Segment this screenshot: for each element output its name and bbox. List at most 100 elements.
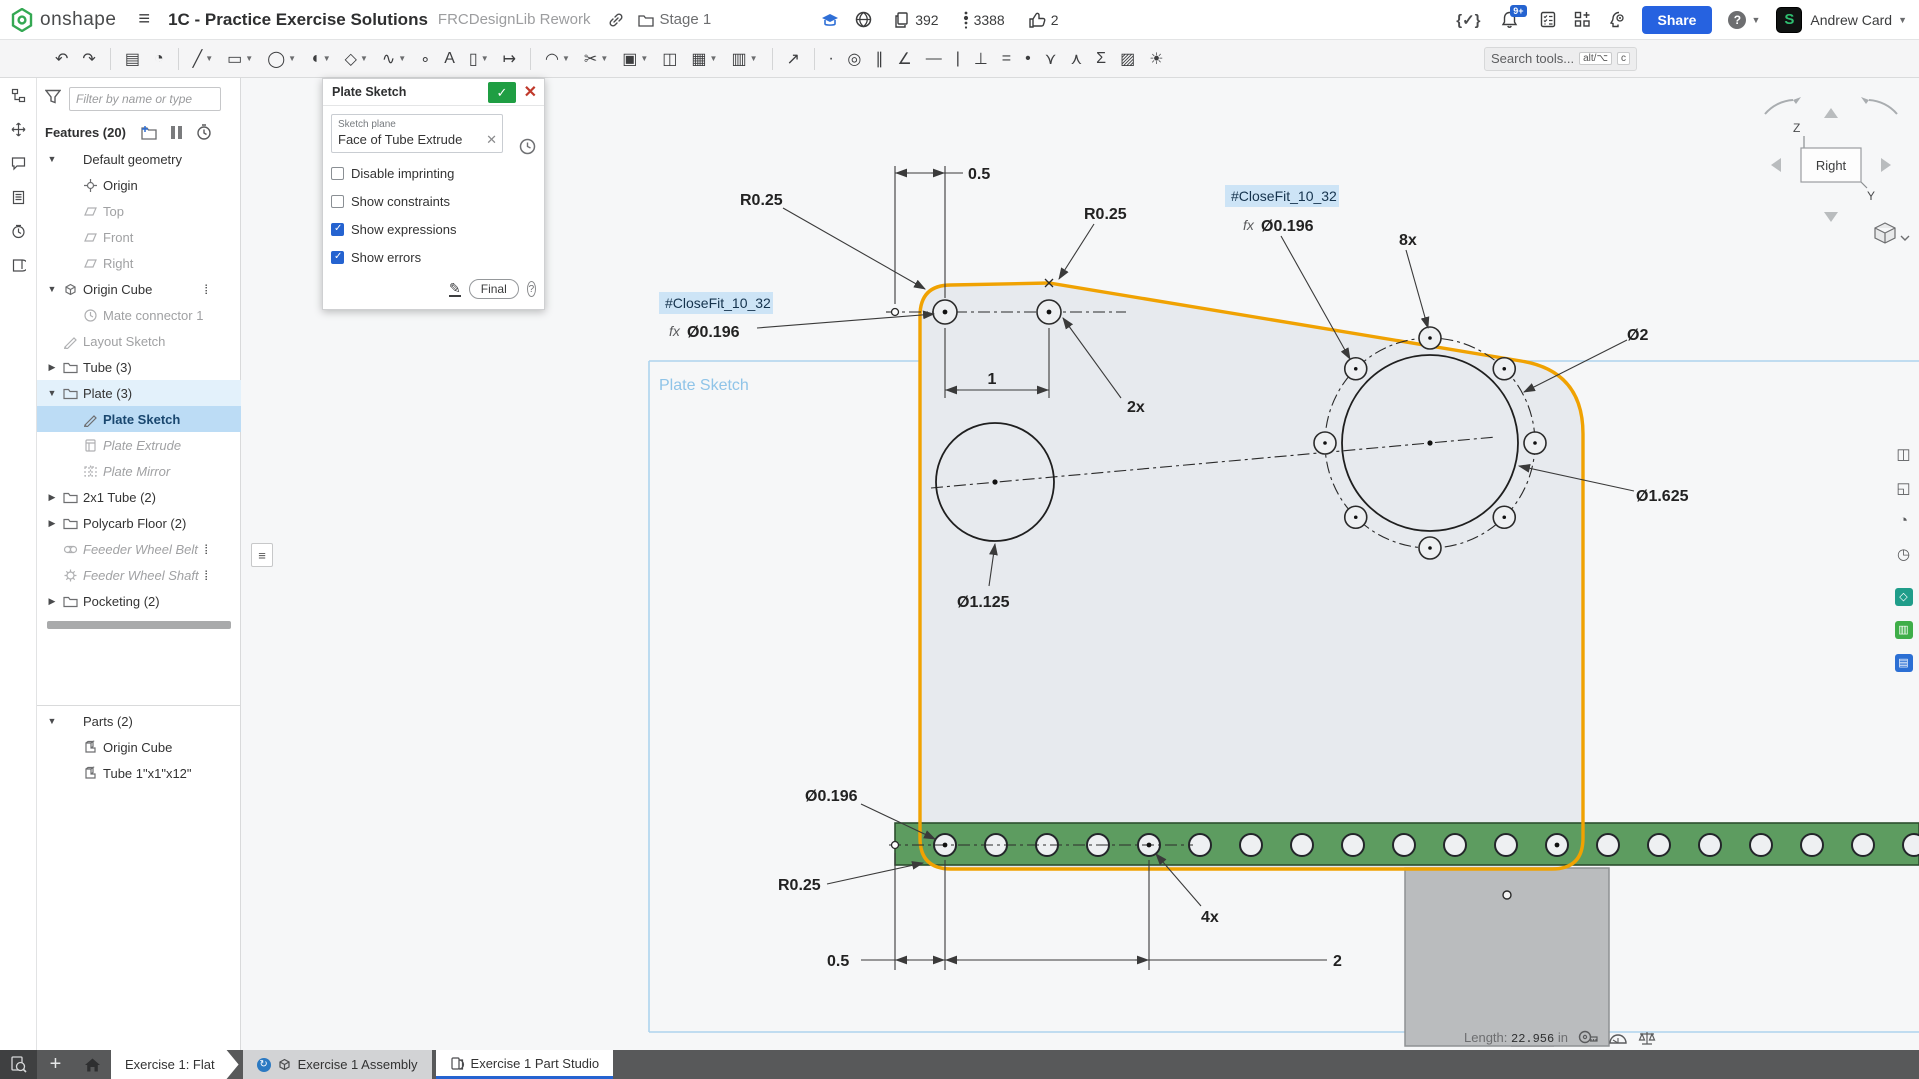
education-icon[interactable] <box>821 12 839 28</box>
spline-tool-icon[interactable]: ∿▼ <box>377 46 411 72</box>
tree-item-plate-3[interactable]: ▼Plate (3) <box>37 380 241 406</box>
pattern-tool-icon[interactable]: ▦▼ <box>686 46 722 72</box>
expand-chevron-icon[interactable]: ▼ <box>43 154 61 164</box>
tab-exercise-1-part-studio[interactable]: Exercise 1 Part Studio <box>436 1050 614 1079</box>
update-available-icon[interactable]: ↻ <box>257 1058 271 1072</box>
sketch-icon[interactable]: ▤ <box>120 46 145 72</box>
panel-flyout-button[interactable]: ≡ <box>251 543 273 567</box>
drag-handle-icon[interactable]: ⁞ <box>204 282 207 297</box>
ai-advisor-icon[interactable] <box>1609 11 1626 28</box>
tab-exercise-1-flat[interactable]: Exercise 1: Flat <box>111 1050 239 1079</box>
reference-icon[interactable] <box>0 248 37 282</box>
help-caret-icon[interactable]: ▼ <box>1751 15 1760 25</box>
constraint-coincident-icon[interactable]: ∙ <box>824 47 838 71</box>
drag-handle-icon[interactable]: ⁞ <box>204 568 207 583</box>
tree-item-default-geometry[interactable]: ▼Default geometry <box>37 146 241 172</box>
tree-item-polycarb-floor-2[interactable]: ▶Polycarb Floor (2) <box>37 510 241 536</box>
tree-item-front[interactable]: Front <box>37 224 241 250</box>
display-teal-icon[interactable]: ◇ <box>1891 584 1916 609</box>
constraint-symmetric-icon[interactable]: ⋏ <box>1065 46 1087 72</box>
view-options-cube-icon[interactable] <box>1875 223 1909 243</box>
offset-tool-icon[interactable]: ▯▼ <box>464 46 494 72</box>
tree-item-pocketing-2[interactable]: ▶Pocketing (2) <box>37 588 241 614</box>
tree-item-right[interactable]: Right <box>37 250 241 276</box>
document-title[interactable]: 1C - Practice Exercise Solutions <box>168 10 428 30</box>
filter-icon[interactable] <box>45 89 61 109</box>
insert-image-icon[interactable]: ◔ <box>149 47 169 71</box>
constraint-equal-icon[interactable]: = <box>997 47 1016 71</box>
drag-handle-icon[interactable]: ⁞ <box>204 542 207 557</box>
tree-item-parts-2[interactable]: ▼Parts (2) <box>37 708 241 734</box>
tree-item-mate-connector-1[interactable]: Mate connector 1 <box>37 302 241 328</box>
plane-label[interactable]: Plate Sketch <box>659 377 749 394</box>
mirror-tool-icon[interactable]: ◫ <box>657 46 682 72</box>
dimension-toggle-icon[interactable]: ✎ <box>449 281 461 297</box>
checkbox-disable-imprinting[interactable]: Disable imprinting <box>331 166 536 181</box>
move-icon[interactable] <box>0 112 37 146</box>
tree-item-origin[interactable]: Origin <box>37 172 241 198</box>
tree-item-feeeder-wheel-belt[interactable]: Feeeder Wheel Belt⁞ <box>37 536 241 562</box>
search-tools[interactable]: Search tools... alt/⌥ c <box>1484 47 1637 71</box>
protractor-icon[interactable] <box>1608 1031 1628 1045</box>
tree-item-origin-cube[interactable]: Origin Cube <box>37 734 241 760</box>
expand-chevron-icon[interactable]: ▶ <box>43 596 61 607</box>
tree-item-tube-1-x1-x12[interactable]: Tube 1"x1"x12" <box>37 760 241 786</box>
circle-tool-icon[interactable]: ◯▼ <box>262 46 301 72</box>
expand-chevron-icon[interactable]: ▼ <box>43 716 61 726</box>
appearance-icon[interactable]: ◷ <box>1891 541 1916 566</box>
rollback-history-icon[interactable] <box>196 124 212 140</box>
view-navigation-widget[interactable]: Right Z Y <box>1765 97 1909 243</box>
expand-chevron-icon[interactable]: ▶ <box>43 362 61 373</box>
slot-tool-icon[interactable]: ◖▼ <box>305 47 336 71</box>
history-icon[interactable] <box>0 214 37 248</box>
likes-count[interactable]: 2 <box>1029 12 1059 28</box>
plate-face[interactable] <box>920 283 1583 869</box>
section-view-icon[interactable]: ◫ <box>1891 441 1916 466</box>
constraint-perpendicular-icon[interactable]: ⊥ <box>969 46 993 72</box>
checkbox-icon[interactable] <box>331 251 344 264</box>
trim-tool-icon[interactable]: ✂▼ <box>579 46 613 72</box>
checkbox-icon[interactable] <box>331 195 344 208</box>
user-menu-caret-icon[interactable]: ▼ <box>1898 15 1907 25</box>
hidden-parts-icon[interactable]: ◔ <box>1891 508 1916 533</box>
measure-icon[interactable]: ↗ <box>782 46 805 72</box>
constraint-vertical-icon[interactable]: | <box>951 47 965 71</box>
public-globe-icon[interactable] <box>855 11 872 28</box>
clear-selection-icon[interactable]: ✕ <box>486 132 497 148</box>
filter-input[interactable] <box>69 87 221 111</box>
tab-exercise-1-assembly[interactable]: ↻Exercise 1 Assembly <box>243 1050 432 1079</box>
tab-search-icon[interactable] <box>0 1050 37 1079</box>
avatar[interactable]: S <box>1776 7 1802 33</box>
line-tool-icon[interactable]: ╱▼ <box>188 46 219 72</box>
tree-item-2x1-tube-2[interactable]: ▶2x1 Tube (2) <box>37 484 241 510</box>
folder-breadcrumb[interactable]: Stage 1 <box>638 11 711 28</box>
constraint-normal-icon[interactable]: ⋎ <box>1040 46 1062 72</box>
versions-count[interactable]: 3388 <box>963 11 1005 29</box>
new-folder-icon[interactable] <box>140 125 157 140</box>
fillet-tool-icon[interactable]: ◠▼ <box>540 46 575 72</box>
constraint-tangent-icon[interactable]: ∠ <box>892 46 916 72</box>
checkbox-icon[interactable] <box>331 167 344 180</box>
named-views-icon[interactable]: ◱ <box>1891 475 1916 500</box>
checkbox-icon[interactable] <box>331 223 344 236</box>
sketch-point[interactable] <box>1503 891 1511 899</box>
constraint-hatch-icon[interactable]: ▨ <box>1115 46 1140 72</box>
home-tab-icon[interactable] <box>74 1050 111 1079</box>
notifications-bell-icon[interactable]: 9+ <box>1501 11 1518 29</box>
length-value[interactable]: 22.956 <box>1511 1032 1554 1047</box>
document-icon[interactable] <box>0 180 37 214</box>
display-blue-icon[interactable]: ▤ <box>1891 650 1916 675</box>
expand-chevron-icon[interactable]: ▼ <box>43 284 61 294</box>
checkbox-show-expressions[interactable]: Show expressions <box>331 222 536 237</box>
checkbox-show-constraints[interactable]: Show constraints <box>331 194 536 209</box>
dialog-help-icon[interactable]: ? <box>527 281 536 297</box>
tree-item-layout-sketch[interactable]: Layout Sketch <box>37 328 241 354</box>
text-tool-icon[interactable]: A <box>439 47 460 71</box>
undo-icon[interactable]: ↶ <box>50 46 73 72</box>
share-button[interactable]: Share <box>1642 6 1713 34</box>
sketch-plane-field[interactable]: Sketch plane Face of Tube Extrude ✕ <box>331 114 503 153</box>
expand-chevron-icon[interactable]: ▶ <box>43 492 61 503</box>
expand-chevron-icon[interactable]: ▶ <box>43 518 61 529</box>
rectangle-tool-icon[interactable]: ▭▼ <box>222 46 258 72</box>
comment-icon[interactable] <box>0 146 37 180</box>
